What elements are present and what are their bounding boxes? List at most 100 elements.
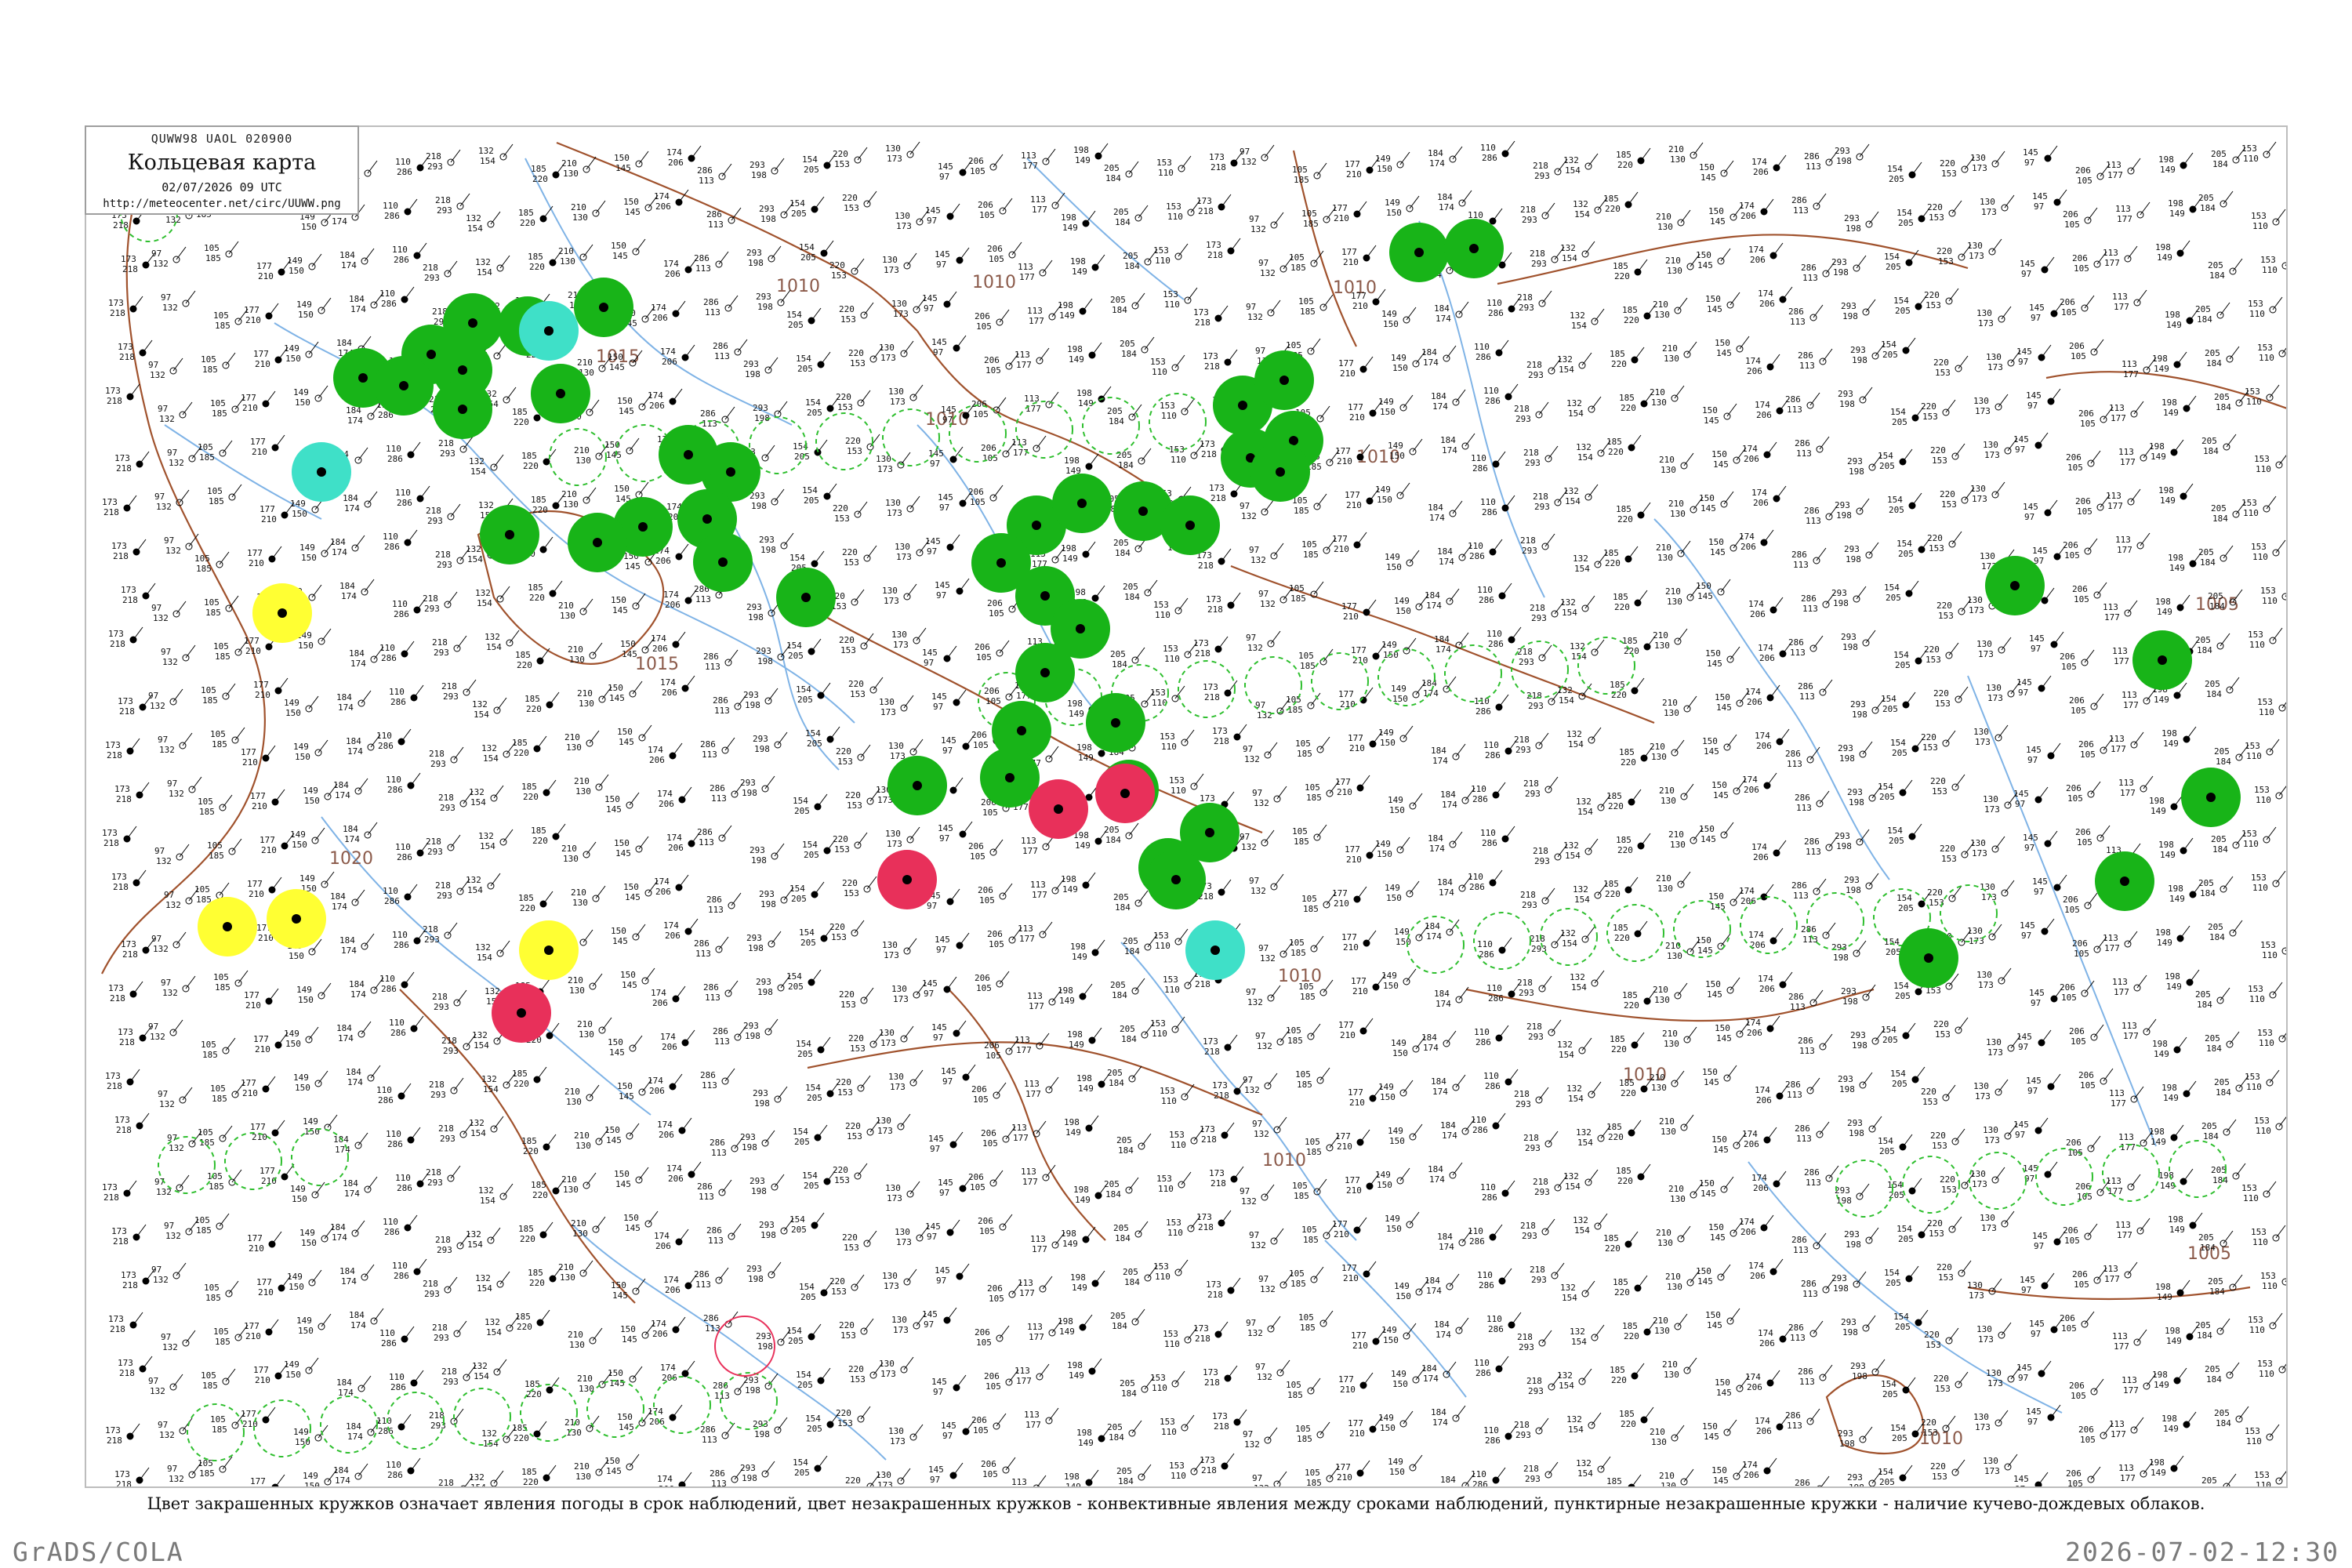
- svg-text:220: 220: [1614, 933, 1630, 943]
- station-plot: 132154: [1557, 1038, 1592, 1060]
- station-plot: 113177: [1014, 1364, 1049, 1386]
- station-plot: 173218: [1212, 1079, 1247, 1101]
- svg-text:150: 150: [623, 882, 639, 892]
- svg-text:210: 210: [1352, 986, 1368, 996]
- svg-text:205: 205: [1113, 207, 1129, 217]
- svg-text:150: 150: [289, 951, 304, 961]
- svg-text:218: 218: [1214, 736, 1229, 746]
- svg-text:218: 218: [1517, 292, 1533, 303]
- station-plot: 286113: [1795, 437, 1829, 459]
- station-plot: 198149: [2155, 241, 2190, 263]
- station-plot: 130173: [1976, 968, 2011, 990]
- svg-text:153: 153: [1156, 158, 1172, 168]
- station-plot: 132154: [475, 941, 510, 963]
- svg-text:97: 97: [1258, 943, 1269, 953]
- svg-text:97: 97: [1246, 633, 1256, 643]
- station-plot: 210130: [1665, 1270, 1700, 1292]
- station-plot: 210130: [1656, 210, 1690, 232]
- station-plot: 218293: [1530, 1263, 1564, 1285]
- station-plot: 105185: [1298, 295, 1333, 317]
- station-plot: 293198: [759, 1218, 793, 1240]
- station-plot: 154205: [1890, 736, 1925, 758]
- svg-text:150: 150: [1396, 606, 1411, 616]
- station-plot: 198149: [2149, 1125, 2183, 1147]
- station-plot: 286113: [1804, 150, 1838, 172]
- station-plot: 177210: [241, 1076, 275, 1098]
- svg-text:218: 218: [426, 837, 441, 847]
- rain-weather-circle: [480, 505, 539, 564]
- svg-text:206: 206: [1740, 542, 1756, 552]
- svg-text:198: 198: [751, 170, 767, 180]
- station-plot: 286113: [1791, 194, 1826, 216]
- station-plot: 293198: [759, 202, 793, 224]
- station-plot: 149150: [293, 386, 328, 408]
- svg-text:220: 220: [1617, 160, 1633, 170]
- station-plot: 14597: [2023, 831, 2057, 853]
- map-url[interactable]: http://meteocenter.net/circ/UUWW.png: [86, 198, 358, 210]
- svg-text:206: 206: [2063, 209, 2078, 220]
- svg-text:220: 220: [845, 436, 861, 446]
- svg-text:206: 206: [2075, 165, 2091, 176]
- station-plot: 132154: [1560, 241, 1595, 263]
- station-plot: 218293: [1517, 976, 1552, 998]
- svg-text:293: 293: [437, 560, 452, 570]
- svg-text:220: 220: [1921, 732, 1936, 742]
- svg-text:105: 105: [213, 641, 229, 652]
- station-plot: 177210: [253, 1033, 288, 1054]
- svg-text:286: 286: [1469, 551, 1485, 561]
- svg-text:145: 145: [1697, 946, 1713, 956]
- svg-text:185: 185: [531, 164, 546, 174]
- station-plot: 132154: [1557, 1369, 1592, 1391]
- svg-text:218: 218: [116, 463, 132, 474]
- station-plot: 149150: [1388, 439, 1422, 461]
- svg-text:132: 132: [1241, 511, 1257, 521]
- svg-text:210: 210: [252, 801, 267, 811]
- station-plot: 210130: [558, 599, 593, 621]
- station-plot: 113177: [1018, 922, 1052, 944]
- svg-text:110: 110: [395, 842, 411, 852]
- station-plot: 154205: [802, 484, 837, 506]
- station-plot: 150145: [1715, 336, 1749, 358]
- station-plot: 113177: [2109, 732, 2143, 754]
- svg-text:149: 149: [284, 343, 299, 354]
- station-plot: 177210: [1332, 201, 1367, 223]
- svg-text:206: 206: [984, 686, 1000, 696]
- station-plot: 173218: [114, 1468, 149, 1488]
- svg-text:210: 210: [1334, 898, 1349, 909]
- station-plot: 113177: [1027, 989, 1062, 1011]
- station-plot: 293198: [743, 688, 778, 710]
- svg-text:145: 145: [1707, 989, 1722, 1000]
- svg-text:149: 149: [1078, 753, 1094, 763]
- station-plot: 173218: [1203, 1035, 1237, 1057]
- svg-text:293: 293: [1838, 743, 1853, 753]
- station-plot: 154205: [793, 794, 827, 816]
- svg-text:132: 132: [1254, 798, 1269, 808]
- station-plot: 218293: [438, 437, 473, 459]
- svg-text:110: 110: [2262, 265, 2278, 275]
- svg-text:198: 198: [757, 987, 773, 997]
- rain-weather-circle: [1052, 474, 1112, 533]
- svg-text:110: 110: [1155, 941, 1171, 951]
- svg-text:293: 293: [759, 535, 775, 545]
- svg-text:110: 110: [2243, 154, 2259, 164]
- svg-text:150: 150: [614, 838, 630, 848]
- svg-text:210: 210: [1653, 299, 1668, 310]
- svg-text:286: 286: [713, 341, 728, 351]
- svg-text:149: 149: [287, 256, 303, 266]
- svg-text:293: 293: [1847, 456, 1863, 466]
- station-plot: 110286: [1477, 583, 1512, 605]
- svg-text:105: 105: [1301, 539, 1317, 550]
- svg-text:97: 97: [2018, 688, 2028, 698]
- station-plot: 184174: [1440, 434, 1475, 456]
- station-plot: 153110: [2257, 1026, 2288, 1048]
- svg-text:130: 130: [1970, 484, 1986, 494]
- svg-text:173: 173: [884, 596, 899, 606]
- station-plot: 293198: [1841, 299, 1875, 321]
- station-plot: 113177: [2109, 401, 2143, 423]
- svg-text:113: 113: [695, 594, 711, 604]
- station-plot: 97132: [161, 1330, 195, 1352]
- station-plot: 184174: [1437, 545, 1472, 567]
- svg-text:173: 173: [1200, 439, 1215, 449]
- svg-text:97: 97: [167, 448, 177, 458]
- station-plot: 130173: [879, 341, 913, 363]
